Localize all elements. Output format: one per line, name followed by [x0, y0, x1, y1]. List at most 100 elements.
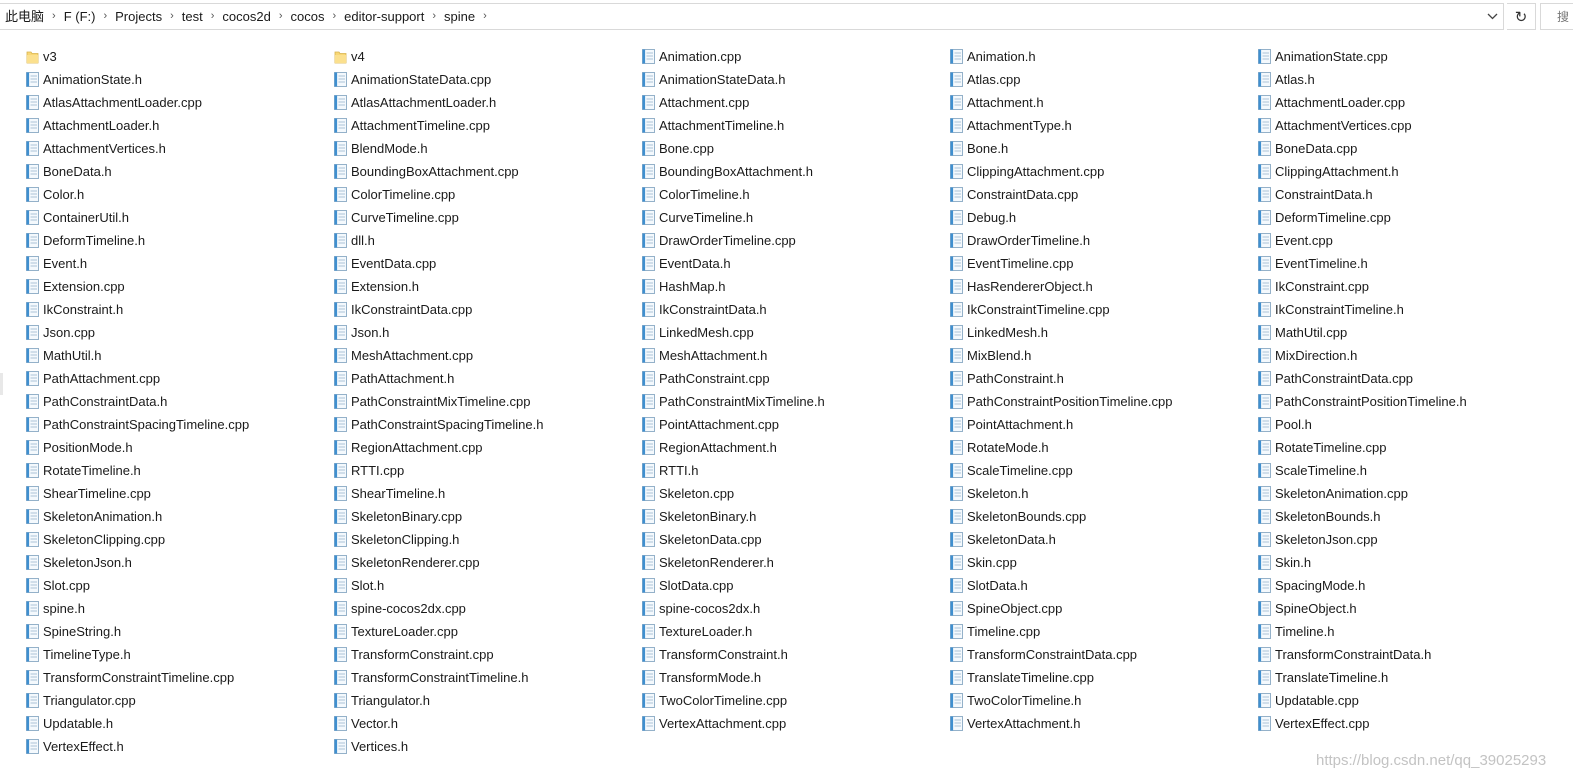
file-item[interactable]: PositionMode.h	[25, 436, 333, 459]
file-item[interactable]: BlendMode.h	[333, 137, 641, 160]
file-item[interactable]: PathConstraintData.h	[25, 390, 333, 413]
file-item[interactable]: AtlasAttachmentLoader.h	[333, 91, 641, 114]
file-item[interactable]: Event.cpp	[1257, 229, 1565, 252]
file-item[interactable]: RotateTimeline.h	[25, 459, 333, 482]
file-item[interactable]: SlotData.h	[949, 574, 1257, 597]
file-item[interactable]: ColorTimeline.h	[641, 183, 949, 206]
file-item[interactable]: Slot.h	[333, 574, 641, 597]
file-item[interactable]: SkeletonBinary.cpp	[333, 505, 641, 528]
file-item[interactable]: AttachmentVertices.h	[25, 137, 333, 160]
file-item[interactable]: SlotData.cpp	[641, 574, 949, 597]
file-item[interactable]: SkeletonBounds.h	[1257, 505, 1565, 528]
file-item[interactable]: TransformConstraintData.h	[1257, 643, 1565, 666]
file-item[interactable]: ScaleTimeline.h	[1257, 459, 1565, 482]
file-item[interactable]: LinkedMesh.cpp	[641, 321, 949, 344]
file-item[interactable]: SpacingMode.h	[1257, 574, 1565, 597]
file-item[interactable]: Vector.h	[333, 712, 641, 735]
breadcrumb-item[interactable]: Projects	[109, 4, 168, 29]
file-item[interactable]: AttachmentLoader.cpp	[1257, 91, 1565, 114]
file-item[interactable]: TransformConstraint.h	[641, 643, 949, 666]
file-item[interactable]: Skeleton.cpp	[641, 482, 949, 505]
file-item[interactable]: ShearTimeline.h	[333, 482, 641, 505]
file-item[interactable]: HasRendererObject.h	[949, 275, 1257, 298]
file-item[interactable]: MeshAttachment.h	[641, 344, 949, 367]
file-item[interactable]: TwoColorTimeline.cpp	[641, 689, 949, 712]
file-item[interactable]: Skin.cpp	[949, 551, 1257, 574]
file-item[interactable]: ColorTimeline.cpp	[333, 183, 641, 206]
file-item[interactable]: RotateMode.h	[949, 436, 1257, 459]
breadcrumb-item[interactable]: spine	[438, 4, 481, 29]
file-item[interactable]: LinkedMesh.h	[949, 321, 1257, 344]
file-item[interactable]: PathConstraintSpacingTimeline.h	[333, 413, 641, 436]
file-item[interactable]: PointAttachment.cpp	[641, 413, 949, 436]
address-bar[interactable]: 此电脑 › F (F:) › Projects › test › cocos2d › cocos › e…	[0, 3, 1504, 30]
file-item[interactable]: SkeletonJson.cpp	[1257, 528, 1565, 551]
file-item[interactable]: PathConstraint.cpp	[641, 367, 949, 390]
file-item[interactable]: Timeline.h	[1257, 620, 1565, 643]
file-item[interactable]: AnimationStateData.h	[641, 68, 949, 91]
file-item[interactable]: ContainerUtil.h	[25, 206, 333, 229]
file-item[interactable]: PathConstraintMixTimeline.cpp	[333, 390, 641, 413]
file-item[interactable]: IkConstraint.h	[25, 298, 333, 321]
file-item[interactable]: TransformConstraintTimeline.cpp	[25, 666, 333, 689]
file-item[interactable]: BoneData.cpp	[1257, 137, 1565, 160]
file-item[interactable]: AttachmentTimeline.cpp	[333, 114, 641, 137]
breadcrumb-chevron-icon[interactable]: ›	[277, 4, 285, 29]
file-item[interactable]: TransformMode.h	[641, 666, 949, 689]
file-item[interactable]: AnimationState.h	[25, 68, 333, 91]
file-item[interactable]: SkeletonAnimation.cpp	[1257, 482, 1565, 505]
file-item[interactable]: SkeletonBounds.cpp	[949, 505, 1257, 528]
file-item[interactable]: RTTI.cpp	[333, 459, 641, 482]
file-item[interactable]: Atlas.cpp	[949, 68, 1257, 91]
file-item[interactable]: PathConstraintSpacingTimeline.cpp	[25, 413, 333, 436]
breadcrumb-item[interactable]: cocos	[285, 4, 331, 29]
file-item[interactable]: ShearTimeline.cpp	[25, 482, 333, 505]
file-item[interactable]: RTTI.h	[641, 459, 949, 482]
breadcrumb-chevron-icon[interactable]: ›	[50, 4, 58, 29]
file-item[interactable]: spine.h	[25, 597, 333, 620]
breadcrumb-chevron-icon[interactable]: ›	[101, 4, 109, 29]
file-item[interactable]: dll.h	[333, 229, 641, 252]
file-item[interactable]: Bone.cpp	[641, 137, 949, 160]
file-item[interactable]: SkeletonData.cpp	[641, 528, 949, 551]
file-item[interactable]: ConstraintData.cpp	[949, 183, 1257, 206]
breadcrumb-item[interactable]: test	[176, 4, 209, 29]
file-item[interactable]: PathConstraintData.cpp	[1257, 367, 1565, 390]
file-item[interactable]: ClippingAttachment.cpp	[949, 160, 1257, 183]
file-item[interactable]: TransformConstraintTimeline.h	[333, 666, 641, 689]
file-item[interactable]: Attachment.h	[949, 91, 1257, 114]
file-item[interactable]: MixBlend.h	[949, 344, 1257, 367]
file-item[interactable]: Updatable.h	[25, 712, 333, 735]
address-history-button[interactable]	[1481, 4, 1503, 29]
file-item[interactable]: AnimationState.cpp	[1257, 45, 1565, 68]
file-item[interactable]: Json.cpp	[25, 321, 333, 344]
breadcrumb-chevron-icon[interactable]: ›	[481, 4, 489, 29]
file-item[interactable]: Vertices.h	[333, 735, 641, 758]
file-item[interactable]: ScaleTimeline.cpp	[949, 459, 1257, 482]
file-item[interactable]: Attachment.cpp	[641, 91, 949, 114]
file-item[interactable]: Extension.cpp	[25, 275, 333, 298]
file-item[interactable]: MeshAttachment.cpp	[333, 344, 641, 367]
file-item[interactable]: Color.h	[25, 183, 333, 206]
file-item[interactable]: SkeletonClipping.h	[333, 528, 641, 551]
file-item[interactable]: IkConstraint.cpp	[1257, 275, 1565, 298]
file-item[interactable]: VertexAttachment.h	[949, 712, 1257, 735]
file-item[interactable]: Skin.h	[1257, 551, 1565, 574]
file-item[interactable]: AttachmentLoader.h	[25, 114, 333, 137]
file-item[interactable]: BoneData.h	[25, 160, 333, 183]
file-item[interactable]: IkConstraintData.h	[641, 298, 949, 321]
file-item[interactable]: RegionAttachment.cpp	[333, 436, 641, 459]
file-item[interactable]: Json.h	[333, 321, 641, 344]
file-item[interactable]: DrawOrderTimeline.h	[949, 229, 1257, 252]
file-item[interactable]: PathConstraintPositionTimeline.h	[1257, 390, 1565, 413]
file-item[interactable]: Animation.h	[949, 45, 1257, 68]
file-item[interactable]: MixDirection.h	[1257, 344, 1565, 367]
file-item[interactable]: PointAttachment.h	[949, 413, 1257, 436]
file-item[interactable]: AttachmentType.h	[949, 114, 1257, 137]
file-item[interactable]: SkeletonRenderer.cpp	[333, 551, 641, 574]
file-item[interactable]: AnimationStateData.cpp	[333, 68, 641, 91]
file-item[interactable]: RotateTimeline.cpp	[1257, 436, 1565, 459]
file-item[interactable]: TextureLoader.cpp	[333, 620, 641, 643]
file-item[interactable]: Atlas.h	[1257, 68, 1565, 91]
folder-item[interactable]: v3	[25, 45, 333, 68]
